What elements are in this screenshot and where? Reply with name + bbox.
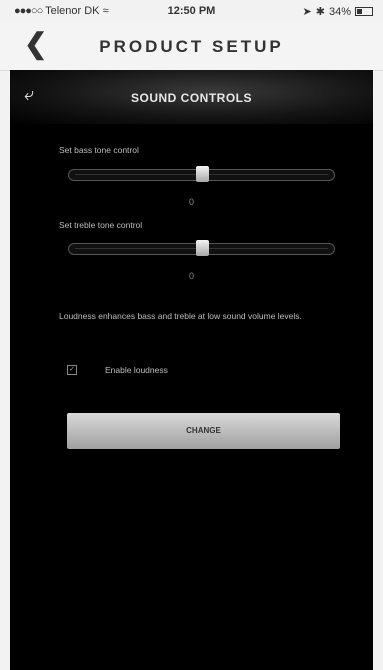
treble-slider[interactable] [68,240,335,256]
bass-label: Set bass tone control [59,145,139,155]
bass-slider-thumb[interactable] [195,166,209,182]
treble-value: 0 [188,271,194,281]
bluetooth-icon: ✱ [315,6,325,18]
treble-label: Set treble tone control [59,220,143,230]
bass-slider[interactable] [68,166,335,182]
battery-percent: 34% [328,5,351,18]
status-bar: ●●●○○ Telenor DK ≈ 12:50 PM ➤ ✱ 34% [0,0,383,22]
battery-icon [355,7,373,16]
bass-value: 0 [188,197,194,207]
panel-header: ⤶ SOUND CONTROLS [10,70,373,124]
loudness-checkbox-label: Enable loudness [105,365,168,375]
change-button[interactable]: CHANGE [67,413,340,449]
loudness-note: Loudness enhances bass and treble at low… [59,311,302,321]
page-title: PRODUCT SETUP [99,37,284,56]
loudness-checkbox[interactable]: ✓ [67,365,77,375]
sound-controls-panel: ⤶ SOUND CONTROLS Set bass tone control 0… [10,70,373,670]
location-icon: ➤ [302,6,312,18]
treble-slider-thumb[interactable] [195,240,209,256]
nav-bar: ❮ PRODUCT SETUP [0,22,383,71]
panel-heading: SOUND CONTROLS [131,91,252,105]
battery-info: ➤ ✱ 34% [303,5,373,18]
